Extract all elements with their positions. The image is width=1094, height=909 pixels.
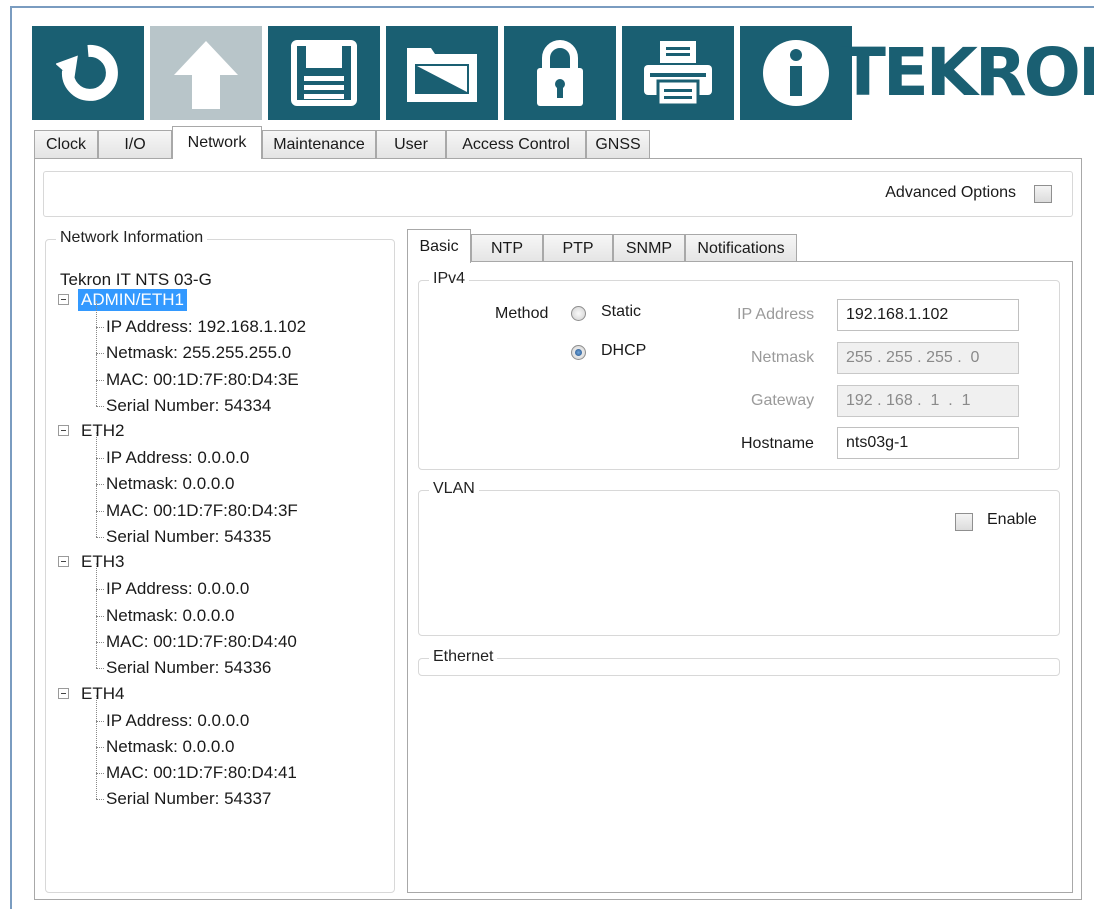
tab-snmp[interactable]: SNMP [613,234,685,262]
save-button[interactable] [268,26,380,120]
open-button[interactable] [386,26,498,120]
advanced-options-bar: Advanced Options [43,171,1073,217]
tree-leaf: IP Address: 0.0.0.0 [58,432,388,471]
upload-button[interactable] [150,26,262,120]
ip-address-label: IP Address [737,306,815,323]
tab-notifications[interactable]: Notifications [685,234,797,262]
info-button[interactable] [740,26,852,120]
tree-node-label[interactable]: ETH3 [78,551,127,573]
netmask-field[interactable]: 255 . 255 . 255 . 0 [837,342,1019,374]
hostname-field[interactable]: nts03g-1 [837,427,1019,459]
lock-button[interactable] [504,26,616,120]
tab-gnss[interactable]: GNSS [586,130,650,158]
gateway-label: Gateway [751,392,815,409]
ipv4-group: IPv4 Method Static DHCP IP Address 192.1… [418,270,1060,470]
vlan-group: VLAN Enable [418,480,1060,636]
refresh-button[interactable] [32,26,144,120]
tree-leaf: IP Address: 0.0.0.0 [58,563,388,602]
ethernet-group: Ethernet [418,648,1060,676]
tree-leaf: IP Address: 0.0.0.0 [58,694,388,734]
tree-leaf: Serial Number: 54336 [58,642,388,681]
vlan-enable-checkbox[interactable] [955,513,973,531]
lock-icon [537,40,583,106]
gateway-field[interactable]: 192 . 168 . 1 . 1 [837,385,1019,417]
collapse-icon[interactable] [58,425,69,437]
tree-node-label[interactable]: ETH2 [78,420,127,442]
tree-leaf: Netmask: 255.255.255.0 [58,327,388,366]
dhcp-label[interactable]: DHCP [601,342,646,360]
vlan-title: VLAN [429,480,479,498]
tab-clock[interactable]: Clock [34,130,98,158]
network-info-group: Network Information Tekron IT NTS 03-G A… [45,229,395,893]
ipv4-title: IPv4 [429,270,470,288]
tab-io[interactable]: I/O [98,130,172,158]
tree-leaf: MAC: 00:1D:7F:80:D4:3F [58,484,388,524]
collapse-icon[interactable] [58,687,69,699]
tree-leaf: Netmask: 0.0.0.0 [58,720,388,760]
tab-user[interactable]: User [376,130,446,158]
collapse-icon[interactable] [58,556,69,568]
tree-leaf: Serial Number: 54334 [58,379,388,419]
network-tab-panel: Advanced Options Network Information Tek… [34,158,1082,900]
tree-leaf: Serial Number: 54337 [58,773,388,812]
static-label[interactable]: Static [601,303,641,321]
tab-access-control[interactable]: Access Control [446,130,586,158]
save-disk-icon [291,40,357,106]
folder-open-icon [407,48,477,102]
hostname-label: Hostname [741,435,814,452]
brand-logo: TEKRON [840,33,1094,111]
ip-address-field[interactable]: 192.168.1.102 [837,299,1019,331]
info-icon [763,40,829,106]
vlan-enable-label[interactable]: Enable [987,511,1037,529]
dhcp-radio[interactable] [571,345,586,360]
tree-node-label[interactable]: ADMIN/ETH1 [78,289,187,311]
tree-node-label[interactable]: ETH4 [78,683,127,705]
method-label: Method [495,305,549,322]
toolbar: TEKRON [32,26,1094,120]
basic-tab-panel: IPv4 Method Static DHCP IP Address 192.1… [407,261,1073,893]
static-radio[interactable] [571,306,586,321]
tree-leaf: MAC: 00:1D:7F:80:D4:40 [58,615,388,655]
refresh-icon [56,44,118,101]
advanced-options-label: Advanced Options [885,184,1016,201]
tree-leaf: IP Address: 192.168.1.102 [58,300,388,340]
tab-ntp[interactable]: NTP [471,234,543,262]
tab-network[interactable]: Network [172,126,262,159]
tab-maintenance[interactable]: Maintenance [262,130,376,158]
advanced-options-checkbox[interactable] [1034,185,1052,203]
network-info-title: Network Information [56,229,208,247]
device-name: Tekron IT NTS 03-G [60,270,212,289]
tree-node-eth4[interactable]: ETH4 [58,682,388,708]
tree-node-eth3[interactable]: ETH3 [58,550,388,576]
tree-leaf: MAC: 00:1D:7F:80:D4:3E [58,353,388,393]
tree-leaf: Netmask: 0.0.0.0 [58,589,388,629]
ethernet-title: Ethernet [429,648,498,666]
tab-ptp[interactable]: PTP [543,234,613,262]
printer-icon [644,41,712,107]
network-tree: ADMIN/ETH1 IP Address: 192.168.1.102 Net… [58,288,388,813]
netmask-label: Netmask [751,349,815,366]
tab-basic[interactable]: Basic [407,229,471,263]
tree-node-eth2[interactable]: ETH2 [58,419,388,445]
tree-leaf: Netmask: 0.0.0.0 [58,458,388,497]
collapse-icon[interactable] [58,294,69,305]
upload-arrow-icon [174,41,238,109]
tree-leaf: Serial Number: 54335 [58,510,388,550]
tree-node-admin-eth1[interactable]: ADMIN/ETH1 [58,288,388,314]
print-button[interactable] [622,26,734,120]
tree-leaf: MAC: 00:1D:7F:80:D4:41 [58,747,388,786]
